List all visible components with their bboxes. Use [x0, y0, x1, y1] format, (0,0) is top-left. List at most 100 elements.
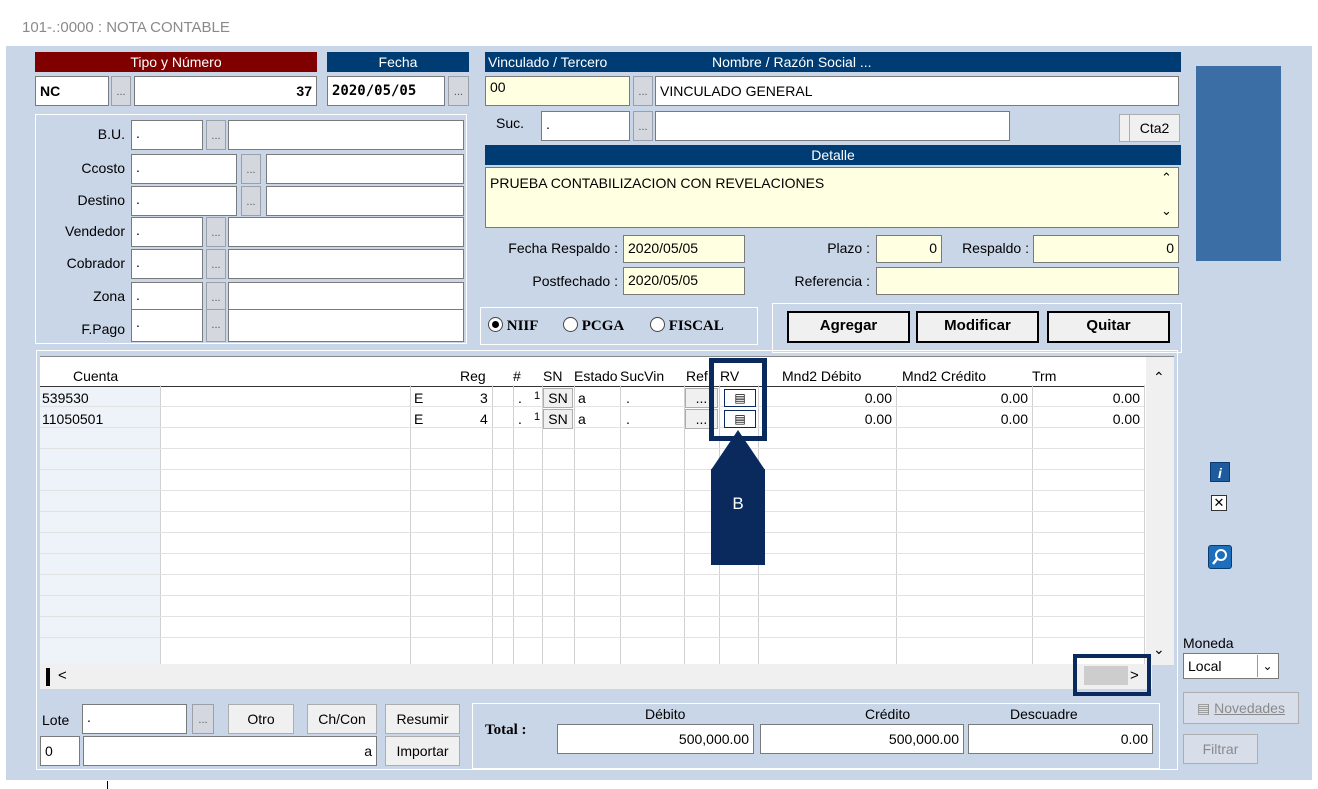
sn-button[interactable]: SN	[543, 388, 573, 408]
plazo-field[interactable]: 0	[876, 235, 942, 263]
zona-field[interactable]: .	[131, 282, 203, 312]
fpago-field[interactable]: .	[131, 309, 203, 342]
bu-lookup-button[interactable]: ...	[206, 120, 226, 150]
zona-name-field[interactable]	[228, 282, 464, 312]
vendedor-lookup-button[interactable]: ...	[206, 217, 226, 247]
ccosto-field[interactable]: .	[131, 154, 237, 184]
cobrador-name-field[interactable]	[228, 249, 464, 279]
tipo-numero-header: Tipo y Número	[35, 52, 317, 72]
suc-name-field[interactable]	[655, 111, 1010, 141]
vendedor-field[interactable]: .	[131, 217, 203, 247]
chevron-down-icon[interactable]: ⌄	[1257, 655, 1277, 677]
cell-estado: a	[578, 390, 586, 406]
total-label: Total :	[485, 722, 527, 738]
tipo-field[interactable]: NC	[35, 76, 109, 106]
detalle-scroll-up-icon[interactable]: ⌃	[1161, 170, 1172, 186]
scroll-up-icon[interactable]: ⌃	[1153, 369, 1165, 386]
numero-lote-field[interactable]: 0	[40, 736, 80, 766]
scroll-left-icon[interactable]: <	[58, 667, 67, 684]
cell-tipo: E	[414, 411, 424, 427]
col-sn[interactable]: SN	[543, 368, 562, 384]
fpago-name-field[interactable]	[228, 309, 464, 342]
cta2-button[interactable]: Cta2	[1129, 114, 1180, 142]
sn-button[interactable]: SN	[543, 409, 573, 429]
nombre-field[interactable]: VINCULADO GENERAL	[655, 76, 1179, 106]
table-row[interactable]: 539530 E 3 . 1 SN a . ... ▤ 0.00 0.00 0.…	[40, 388, 1144, 408]
moneda-label: Moneda	[1183, 635, 1234, 651]
modificar-button[interactable]: Modificar	[916, 311, 1039, 343]
grid-horizontal-scrollbar[interactable]	[40, 664, 1152, 689]
resumir-button[interactable]: Resumir	[385, 704, 460, 734]
suc-lookup-button[interactable]: ...	[633, 111, 653, 141]
fecha-header: Fecha	[327, 52, 469, 72]
chcon-button[interactable]: Ch/Con	[307, 704, 377, 734]
detalle-scroll-down-icon[interactable]: ⌄	[1161, 203, 1172, 219]
search-icon[interactable]	[1208, 545, 1232, 569]
col-mnd2-credito[interactable]: Mnd2 Crédito	[902, 368, 986, 384]
radio-niif[interactable]: NIIF	[488, 317, 538, 335]
agregar-button[interactable]: Agregar	[787, 311, 910, 343]
ccosto-name-field[interactable]	[266, 154, 464, 184]
fecha-respaldo-field[interactable]: 2020/05/05	[623, 235, 745, 263]
window-title: 101-.:0000 : NOTA CONTABLE	[22, 19, 230, 36]
radio-fiscal[interactable]: FISCAL	[650, 317, 724, 335]
ccosto-lookup-button[interactable]: ...	[241, 154, 261, 184]
fecha-picker-button[interactable]: ...	[448, 76, 469, 106]
destino-field[interactable]: .	[131, 186, 237, 216]
detalle-textarea[interactable]: PRUEBA CONTABILIZACION CON REVELACIONES	[485, 167, 1179, 228]
plazo-label: Plazo :	[827, 240, 870, 256]
bu-name-field[interactable]	[228, 120, 464, 150]
vendedor-label: Vendedor	[65, 223, 125, 239]
tipo-lookup-button[interactable]: ...	[111, 76, 131, 106]
col-reg[interactable]: Reg	[460, 368, 486, 384]
respaldo-label: Respaldo :	[962, 240, 1029, 256]
cell-sucvin: .	[626, 411, 630, 427]
col-trm[interactable]: Trm	[1032, 368, 1056, 384]
respaldo-field[interactable]: 0	[1033, 235, 1179, 263]
cell-mnd2-debito: 0.00	[864, 390, 892, 406]
lote-field[interactable]: .	[82, 704, 187, 734]
numero-field[interactable]: 37	[134, 76, 317, 106]
importar-button[interactable]: Importar	[385, 736, 460, 766]
cell-c1: 1	[534, 390, 541, 402]
suc-field[interactable]: .	[541, 111, 630, 141]
cobrador-lookup-button[interactable]: ...	[206, 249, 226, 279]
postfechado-field[interactable]: 2020/05/05	[623, 267, 745, 295]
fpago-lookup-button[interactable]: ...	[206, 309, 226, 342]
vendedor-name-field[interactable]	[228, 217, 464, 247]
fecha-field[interactable]: 2020/05/05	[327, 76, 445, 106]
col-mnd2-debito[interactable]: Mnd2 Débito	[782, 368, 861, 384]
quitar-button[interactable]: Quitar	[1047, 311, 1170, 343]
zona-lookup-button[interactable]: ...	[206, 282, 226, 312]
col-sucvin[interactable]: SucVin	[620, 368, 664, 384]
preview-panel	[1196, 66, 1281, 261]
scroll-down-icon[interactable]: ⌄	[1153, 641, 1165, 658]
close-box-icon[interactable]: ✕	[1211, 495, 1227, 511]
filtrar-button[interactable]: Filtrar	[1183, 734, 1258, 764]
col-estado[interactable]: Estado	[574, 368, 618, 384]
col-ref[interactable]: Ref	[686, 368, 710, 384]
novedades-button[interactable]: ▤ Novedades	[1183, 692, 1299, 724]
vinculado-code-field[interactable]: 00	[485, 76, 630, 106]
info-icon[interactable]: i	[1210, 462, 1230, 482]
destino-name-field[interactable]	[266, 186, 464, 216]
radio-niif-circle	[488, 317, 503, 332]
otro-button[interactable]: Otro	[228, 704, 294, 734]
fpago-label: F.Pago	[81, 321, 125, 337]
vinculado-lookup-button[interactable]: ...	[633, 76, 653, 106]
postfechado-label: Postfechado :	[532, 273, 618, 289]
col-num[interactable]: #	[513, 368, 521, 384]
radio-pcga[interactable]: PCGA	[563, 317, 624, 335]
lote-lookup-button[interactable]: ...	[192, 704, 214, 734]
grid-vertical-scrollbar[interactable]	[1146, 357, 1174, 665]
scroll-highlight-box	[1073, 654, 1151, 696]
moneda-select[interactable]: Local ⌄	[1183, 653, 1279, 679]
cobrador-field[interactable]: .	[131, 249, 203, 279]
a-field[interactable]: a	[83, 736, 377, 766]
referencia-field[interactable]	[876, 267, 1179, 295]
bu-field[interactable]: .	[131, 120, 203, 150]
col-cuenta[interactable]: Cuenta	[73, 368, 118, 384]
destino-lookup-button[interactable]: ...	[241, 186, 261, 216]
referencia-label: Referencia :	[794, 273, 870, 289]
table-row[interactable]: 11050501 E 4 . 1 SN a . ... ▤ 0.00 0.00 …	[40, 409, 1144, 429]
